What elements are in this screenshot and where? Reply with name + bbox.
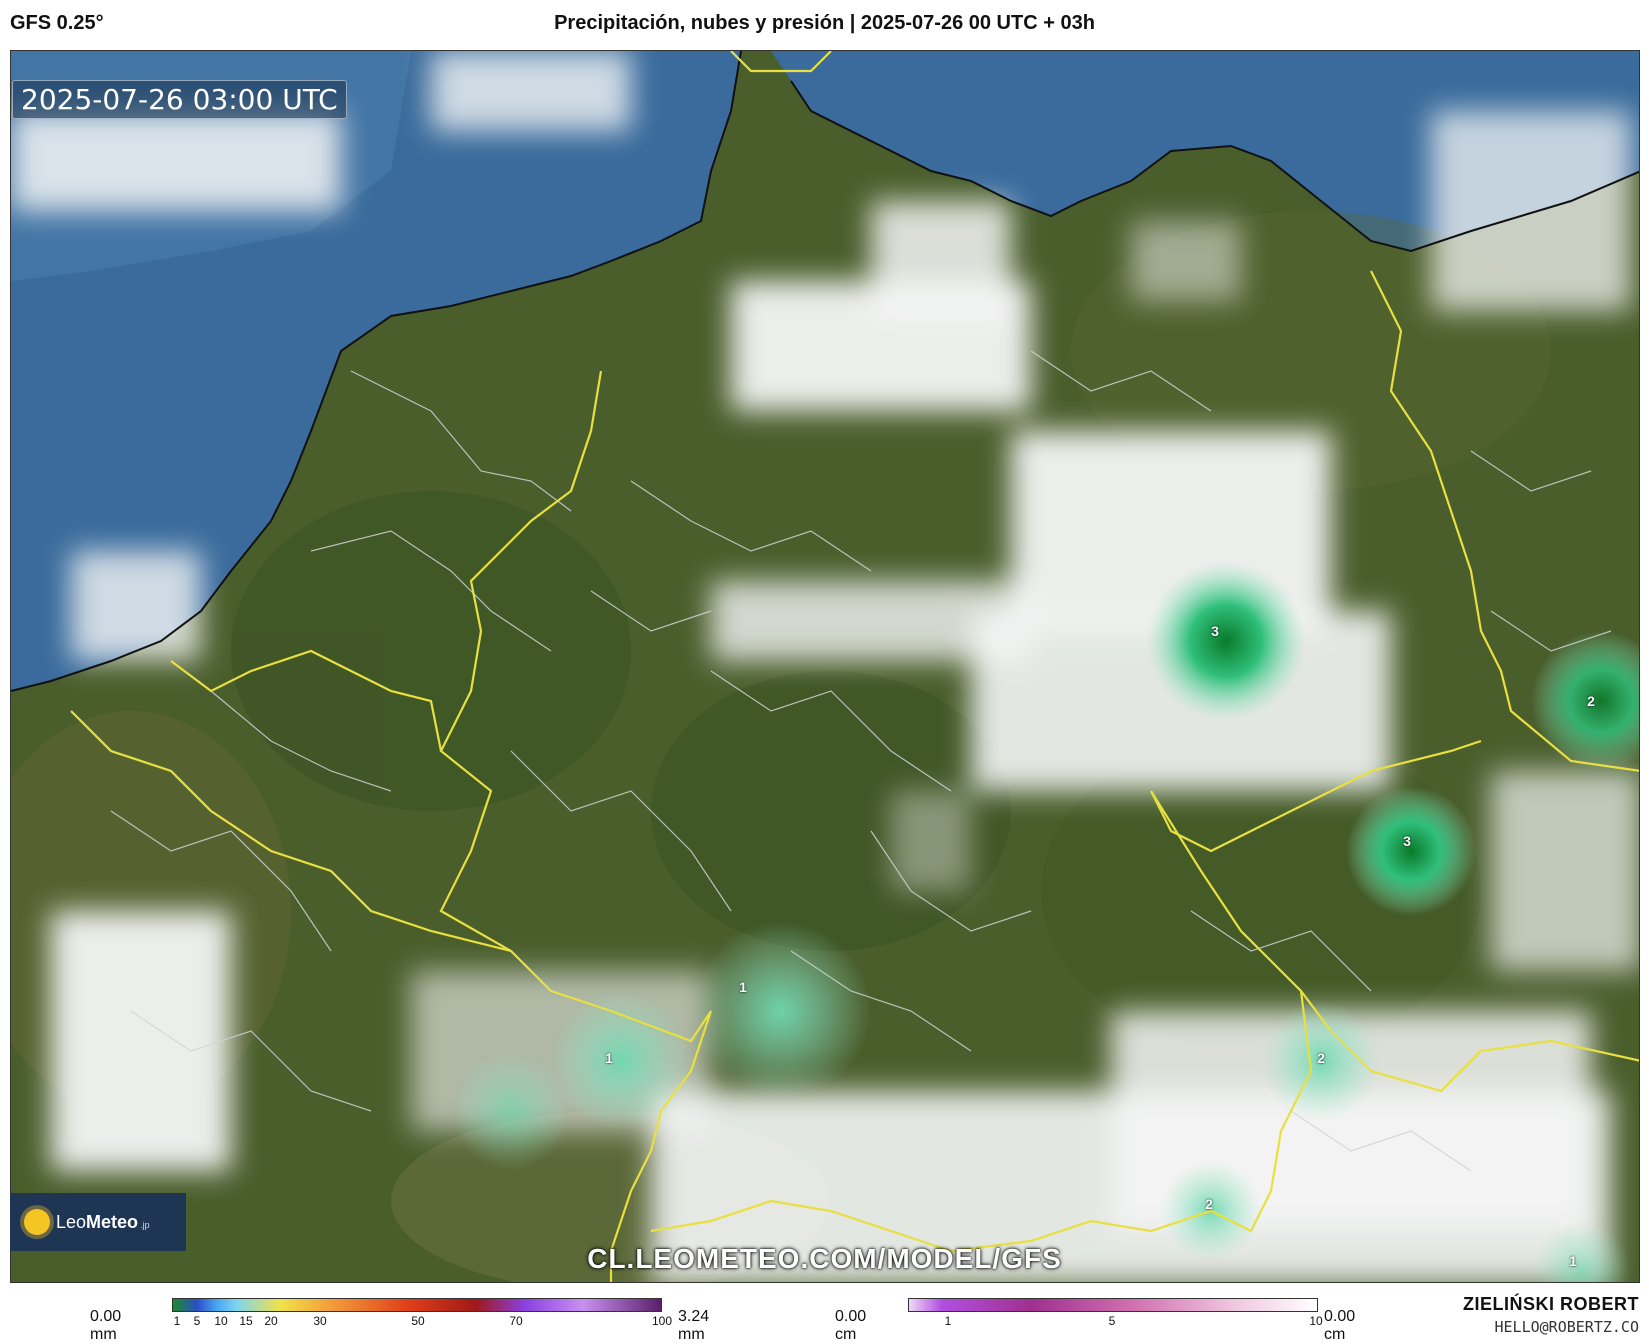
precip-label: 2 [1205, 1196, 1213, 1212]
rain-tick: 15 [239, 1314, 253, 1328]
precip-label: 2 [1317, 1050, 1325, 1066]
rain-tick: 20 [264, 1314, 278, 1328]
sun-icon [24, 1209, 50, 1235]
author-name: ZIELIŃSKI ROBERT [1462, 1294, 1639, 1314]
rain-tick: 50 [411, 1314, 425, 1328]
chart-title: Precipitación, nubes y presión | 2025-07… [554, 12, 1095, 34]
snow-tick: 5 [1108, 1314, 1116, 1328]
author-email: HELLO@ROBERTZ.CO [1494, 1318, 1640, 1336]
site-watermark: CL.LEOMETEO.COM/MODEL/GFS [587, 1243, 1062, 1274]
precip-label: 3 [1403, 833, 1411, 849]
logo-suffix: .jp [140, 1219, 150, 1230]
logo-text: LeoMeteo .jp [56, 1212, 150, 1233]
valid-time-stamp: 2025-07-26 03:00 UTC [12, 80, 347, 119]
snow-tick: 1 [944, 1314, 952, 1328]
snow-color-bar [908, 1298, 1318, 1312]
weather-map: 3 2 3 1 1 2 2 1 [10, 50, 1640, 1283]
rain-tick: 30 [313, 1314, 327, 1328]
rain-tick: 5 [193, 1314, 201, 1328]
precip-label: 1 [605, 1050, 613, 1066]
precip-label: 1 [739, 979, 747, 995]
rain-color-bar [172, 1298, 662, 1312]
rain-tick: 1 [173, 1314, 181, 1328]
precip-label: 2 [1587, 693, 1595, 709]
logo-name-bold: Meteo [86, 1211, 139, 1232]
rain-tick: 10 [214, 1314, 228, 1328]
logo-name-light: Leo [56, 1211, 87, 1232]
precip-label: 3 [1211, 623, 1219, 639]
map-canvas [11, 51, 1639, 1282]
snow-tick: 10 [1309, 1314, 1323, 1328]
rain-tick: 70 [509, 1314, 523, 1328]
rain-tick: 100 [651, 1314, 673, 1328]
